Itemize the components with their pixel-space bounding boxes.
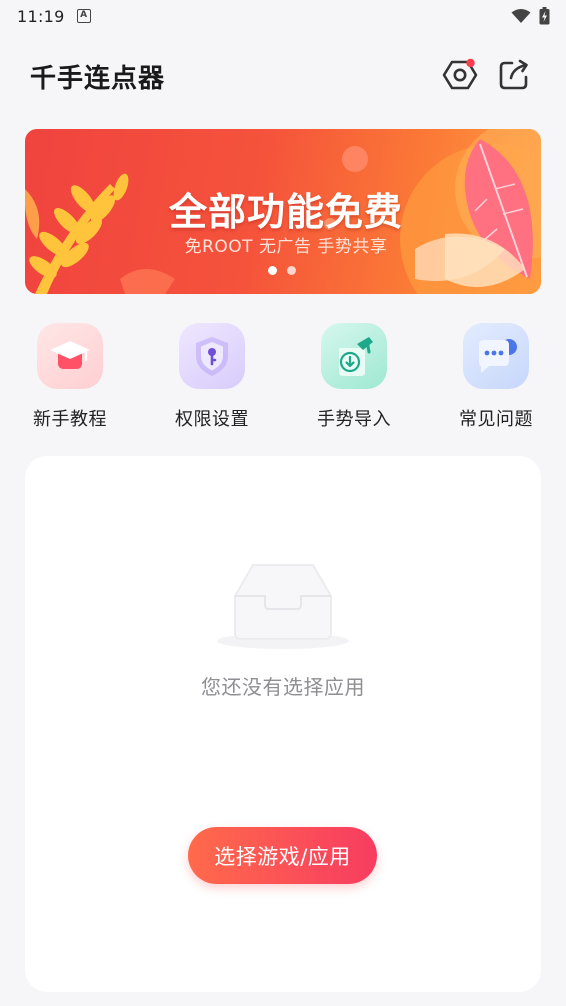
banner-dot-1 [268,266,277,275]
banner-pagination [268,266,296,275]
shield-key-icon [179,323,245,389]
battery-icon [539,7,550,25]
empty-state-text: 您还没有选择应用 [201,675,365,699]
app-screen: 11:19 A 千手连点器 全部功能免费 免ROOT 无广告 手势共享 新手教程… [0,0,566,1006]
banner-headline: 全部功能免费 [168,190,403,234]
quick-action-label: 常见问题 [459,409,533,430]
settings-icon [442,58,478,90]
notification-icon: A [76,9,91,23]
share-button[interactable] [495,56,533,94]
status-left: 11:19 A [17,7,91,26]
banner-dot-2 [287,266,296,275]
quick-action-gesture-import[interactable]: 手势导入 [294,320,414,435]
empty-inbox-icon [217,564,349,649]
wifi-icon [511,9,531,23]
quick-action-label: 权限设置 [175,409,249,430]
status-bar: 11:19 A [0,0,566,32]
quick-action-permissions[interactable]: 权限设置 [152,320,272,435]
status-right [511,7,550,25]
select-app-button[interactable]: 选择游戏/应用 [188,827,377,884]
status-time: 11:19 [17,6,65,26]
gesture-import-icon [321,323,387,389]
quick-action-label: 手势导入 [317,409,391,430]
quick-action-tutorial[interactable]: 新手教程 [10,320,130,435]
promo-banner[interactable]: 全部功能免费 免ROOT 无广告 手势共享 [25,129,541,294]
chat-bubble-icon [463,323,529,389]
app-title: 千手连点器 [30,64,166,94]
quick-action-faq[interactable]: 常见问题 [436,320,556,435]
quick-actions: 新手教程 权限设置 手势导入 常见问题 [0,320,566,440]
quick-action-label: 新手教程 [33,409,107,430]
selected-apps-card: 您还没有选择应用 选择游戏/应用 [25,456,541,992]
graduation-cap-icon [37,323,103,389]
share-icon [499,59,528,90]
banner-subtitle: 免ROOT 无广告 手势共享 [184,237,388,257]
settings-button[interactable] [441,56,479,94]
